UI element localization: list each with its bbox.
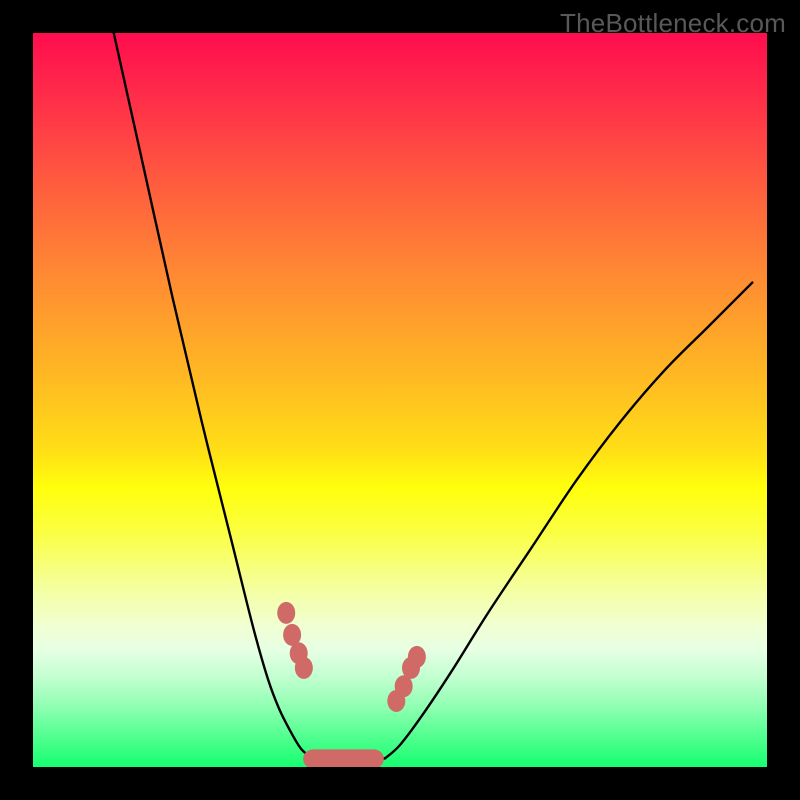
chart-container: TheBottleneck.com [0, 0, 800, 800]
right-curve-path [385, 283, 752, 759]
watermark-text: TheBottleneck.com [560, 8, 786, 39]
marker-dot [408, 646, 426, 668]
valley-floor-pill [303, 749, 384, 767]
marker-dot [295, 657, 313, 679]
curve-layer [33, 33, 767, 767]
marker-dot [277, 602, 295, 624]
left-curve-path [114, 33, 312, 758]
plot-area [33, 33, 767, 767]
